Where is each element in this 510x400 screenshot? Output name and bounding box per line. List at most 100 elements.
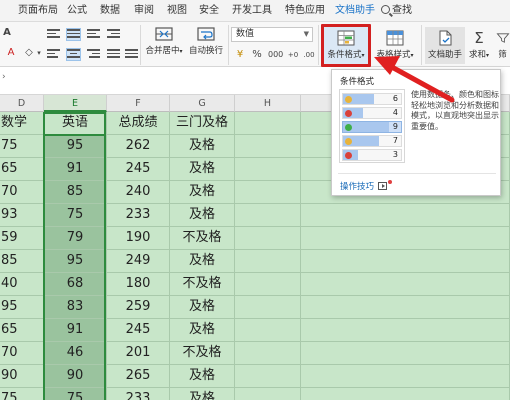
chevron-down-icon[interactable]: ▾ — [32, 47, 46, 59]
column-header-d[interactable]: D — [0, 95, 44, 112]
table-cell[interactable]: 75 — [0, 388, 44, 400]
header-cell[interactable]: 英语 — [44, 112, 107, 135]
table-cell[interactable]: 262 — [107, 135, 170, 158]
table-style-button[interactable]: 表格样式▾ — [372, 30, 418, 60]
table-cell[interactable]: 259 — [107, 296, 170, 319]
menu-developer[interactable]: 开发工具 — [232, 0, 272, 22]
table-cell[interactable]: 59 — [0, 227, 44, 250]
header-cell[interactable]: 总成绩 — [107, 112, 170, 135]
table-cell[interactable]: 75 — [0, 135, 44, 158]
table-cell[interactable]: 240 — [107, 181, 170, 204]
table-cell[interactable]: 不及格 — [170, 342, 235, 365]
decrease-decimal-icon[interactable]: .00 — [302, 49, 316, 61]
table-cell[interactable] — [235, 181, 301, 204]
table-cell[interactable]: 及格 — [170, 204, 235, 227]
table-cell[interactable] — [235, 250, 301, 273]
table-cell[interactable]: 93 — [0, 204, 44, 227]
search-box[interactable]: 查找 — [381, 0, 412, 22]
align-center-icon[interactable] — [66, 48, 81, 61]
menu-data[interactable]: 数据 — [100, 0, 120, 22]
increase-decimal-icon[interactable]: +0 — [286, 49, 300, 61]
table-cell[interactable]: 及格 — [170, 181, 235, 204]
header-cell[interactable]: 数学 — [0, 112, 44, 135]
menu-page-layout[interactable]: 页面布局 — [18, 0, 58, 22]
table-cell[interactable] — [235, 365, 301, 388]
table-cell[interactable]: 190 — [107, 227, 170, 250]
menu-formulas[interactable]: 公式 — [67, 0, 87, 22]
table-cell[interactable] — [235, 388, 301, 400]
table-cell[interactable] — [235, 296, 301, 319]
table-cell[interactable]: 70 — [0, 342, 44, 365]
merge-center-button[interactable]: 合并居中▾ — [144, 26, 184, 56]
table-cell[interactable]: 及格 — [170, 135, 235, 158]
table-cell[interactable] — [301, 296, 510, 319]
table-cell[interactable]: 95 — [0, 296, 44, 319]
table-cell[interactable] — [235, 135, 301, 158]
table-cell[interactable]: 233 — [107, 204, 170, 227]
table-cell[interactable]: 180 — [107, 273, 170, 296]
table-cell[interactable]: 91 — [44, 158, 107, 181]
table-cell[interactable]: 83 — [44, 296, 107, 319]
header-cell[interactable]: 三门及格 — [170, 112, 235, 135]
table-cell[interactable]: 85 — [0, 250, 44, 273]
table-cell[interactable] — [235, 273, 301, 296]
menu-doc-helper[interactable]: 文档助手 — [335, 0, 375, 22]
table-cell[interactable]: 40 — [0, 273, 44, 296]
menu-security[interactable]: 安全 — [199, 0, 219, 22]
table-cell[interactable] — [301, 227, 510, 250]
table-cell[interactable] — [235, 158, 301, 181]
column-header-f[interactable]: F — [107, 95, 170, 112]
menu-special[interactable]: 特色应用 — [285, 0, 325, 22]
table-cell[interactable]: 及格 — [170, 319, 235, 342]
header-cell[interactable] — [235, 112, 301, 135]
wrap-text-button[interactable]: 自动换行 — [185, 26, 227, 56]
table-cell[interactable] — [301, 204, 510, 227]
table-cell[interactable]: 233 — [107, 388, 170, 400]
table-cell[interactable]: 46 — [44, 342, 107, 365]
table-cell[interactable]: 245 — [107, 319, 170, 342]
number-format-select[interactable]: 数值 ▼ — [231, 27, 313, 42]
table-cell[interactable] — [301, 273, 510, 296]
table-cell[interactable]: 及格 — [170, 250, 235, 273]
expand-icon[interactable]: › — [2, 72, 6, 82]
table-cell[interactable] — [235, 342, 301, 365]
table-cell[interactable]: 75 — [44, 388, 107, 400]
table-cell[interactable]: 201 — [107, 342, 170, 365]
column-header-g[interactable]: G — [170, 95, 235, 112]
table-cell[interactable] — [235, 227, 301, 250]
table-cell[interactable] — [301, 342, 510, 365]
tips-link[interactable]: 操作技巧 — [340, 180, 393, 192]
table-cell[interactable] — [301, 319, 510, 342]
table-cell[interactable] — [301, 250, 510, 273]
table-cell[interactable] — [235, 319, 301, 342]
doc-helper-button[interactable]: 文档助手 — [425, 30, 465, 60]
filter-button[interactable]: 筛 — [495, 30, 510, 60]
table-cell[interactable]: 68 — [44, 273, 107, 296]
table-cell[interactable]: 95 — [44, 135, 107, 158]
table-cell[interactable]: 79 — [44, 227, 107, 250]
font-color-icon[interactable]: A — [4, 47, 18, 59]
table-cell[interactable]: 85 — [44, 181, 107, 204]
sum-button[interactable]: Σ 求和▾ — [467, 30, 491, 60]
indent-icon[interactable] — [107, 29, 120, 40]
column-header-e[interactable]: E — [44, 95, 107, 112]
table-cell[interactable]: 不及格 — [170, 273, 235, 296]
table-cell[interactable]: 249 — [107, 250, 170, 273]
conditional-format-preview[interactable]: 6 4 9 7 3 — [339, 89, 405, 163]
table-cell[interactable]: 70 — [0, 181, 44, 204]
table-cell[interactable]: 及格 — [170, 296, 235, 319]
table-cell[interactable] — [235, 204, 301, 227]
align-top-icon[interactable] — [47, 29, 60, 40]
table-cell[interactable]: 90 — [0, 365, 44, 388]
percent-icon[interactable]: % — [250, 49, 264, 61]
column-header-h[interactable]: H — [235, 95, 301, 112]
align-left-icon[interactable] — [47, 49, 60, 60]
table-cell[interactable]: 265 — [107, 365, 170, 388]
table-cell[interactable]: 75 — [44, 204, 107, 227]
menu-view[interactable]: 视图 — [167, 0, 187, 22]
table-cell[interactable]: 及格 — [170, 388, 235, 400]
table-cell[interactable] — [301, 365, 510, 388]
table-cell[interactable]: 及格 — [170, 365, 235, 388]
table-cell[interactable]: 不及格 — [170, 227, 235, 250]
table-cell[interactable] — [301, 388, 510, 400]
